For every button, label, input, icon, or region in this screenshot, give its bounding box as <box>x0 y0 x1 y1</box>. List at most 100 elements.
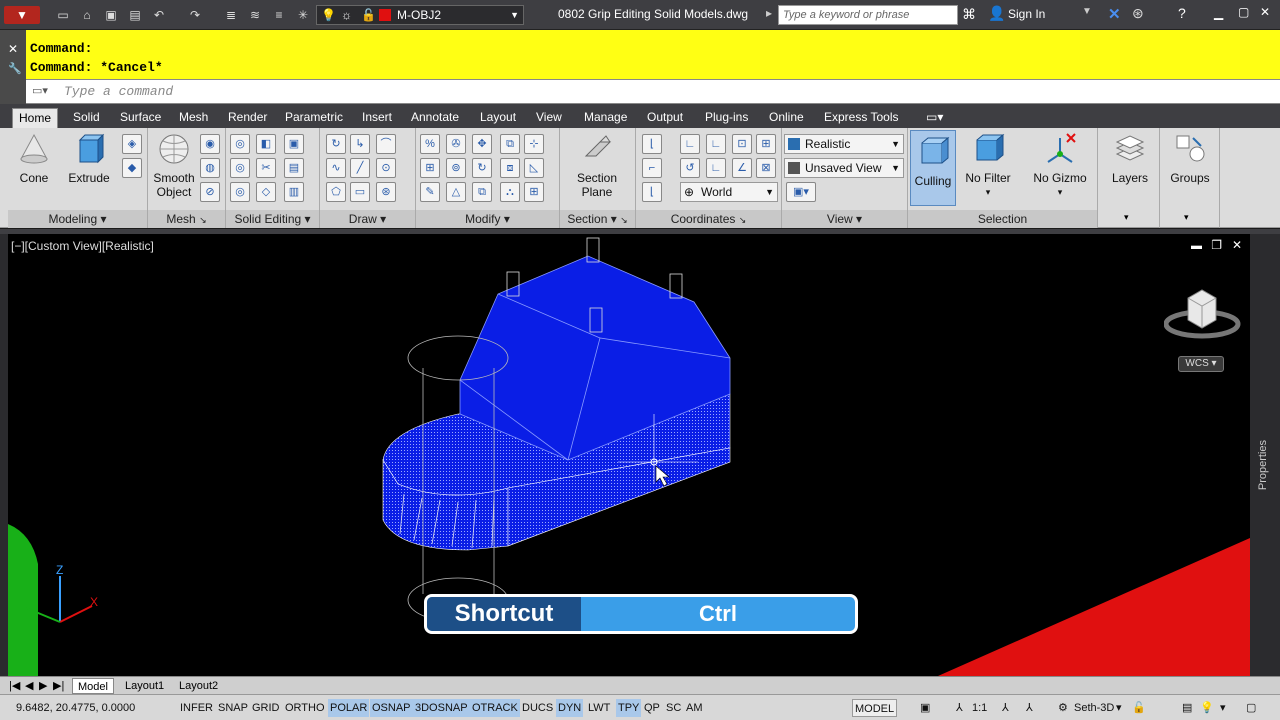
ucs-world-combo[interactable]: ⊕ World ▼ <box>680 182 778 202</box>
tab-parametric[interactable]: Parametric <box>279 108 349 128</box>
tab-layout1[interactable]: Layout1 <box>120 678 169 694</box>
toggle-grid[interactable]: GRID <box>250 699 282 717</box>
chevron-down-icon[interactable]: ▾ <box>380 212 386 226</box>
auto-scale-icon[interactable]: ⅄ <box>1024 699 1035 717</box>
status-menu-icon[interactable]: ▾ <box>1218 699 1228 717</box>
culling-button[interactable]: Culling <box>910 130 956 206</box>
binoculars-icon[interactable]: ⌘ <box>962 6 976 23</box>
tab-plug-ins[interactable]: Plug-ins <box>699 108 754 128</box>
toggle-ducs[interactable]: DUCS <box>520 699 555 717</box>
layer-states-icon[interactable]: ≣ <box>222 6 240 24</box>
workspace-gear-icon[interactable]: ⚙ <box>1056 699 1070 717</box>
save-as-icon[interactable]: ▤ <box>126 6 144 24</box>
ucs-previous-icon[interactable]: ↺ <box>680 158 700 178</box>
tab-online[interactable]: Online <box>763 108 810 128</box>
toggle-dyn[interactable]: DYN <box>556 699 584 717</box>
ucs-icon[interactable]: ⌊ <box>642 134 662 154</box>
tab-manage[interactable]: Manage <box>578 108 633 128</box>
tab-layout2[interactable]: Layout2 <box>174 678 223 694</box>
ucs-face-icon[interactable]: ⌐ <box>642 158 662 178</box>
stretch-icon[interactable]: ⧈ <box>500 158 520 178</box>
dialog-launcher-icon[interactable]: ↘ <box>199 215 207 225</box>
ucs-world-icon[interactable]: ∟ <box>680 134 700 154</box>
no-gizmo-button[interactable]: No Gizmo ▾ <box>1026 132 1094 199</box>
workspace-switcher[interactable]: Seth-3D <box>1072 699 1116 717</box>
exchange-icon[interactable]: ✕ <box>1108 5 1121 23</box>
tab-layout[interactable]: Layout <box>474 108 522 128</box>
slice-icon[interactable]: ✂ <box>256 158 276 178</box>
tab-surface[interactable]: Surface <box>114 108 167 128</box>
annotation-scale-icon[interactable]: ⅄ <box>954 699 965 717</box>
visual-style-combo[interactable]: Realistic ▼ <box>784 134 904 154</box>
ucs-y-icon[interactable]: ∟ <box>706 158 726 178</box>
toggle-lwt[interactable]: LWT <box>586 699 612 717</box>
extrude-button[interactable]: Extrude <box>64 132 114 185</box>
trim-icon[interactable]: ⊹ <box>524 134 544 154</box>
viewport-config-icon[interactable]: ▣▾ <box>786 182 816 202</box>
chevron-down-icon[interactable]: ▾ <box>1124 212 1129 223</box>
fillet-icon[interactable]: ◺ <box>524 158 544 178</box>
wrench-icon[interactable]: 🔧 <box>8 62 22 75</box>
maximize-icon[interactable]: ▢ <box>1238 5 1249 19</box>
toggle-polar[interactable]: POLAR <box>328 699 370 717</box>
network-icon[interactable]: ⊛ <box>1132 5 1144 22</box>
tab-mesh[interactable]: Mesh <box>173 108 214 128</box>
chevron-down-icon[interactable]: ▾ <box>1114 699 1124 717</box>
ucs-named-icon[interactable]: ⊞ <box>756 134 776 154</box>
layer-combo[interactable]: 💡 ☼ 🔓 M-OBJ2 ▼ <box>316 5 524 25</box>
polygon-icon[interactable]: ⬠ <box>326 182 346 202</box>
toggle-snap[interactable]: SNAP <box>216 699 250 717</box>
3d-rotate-icon[interactable]: ✇ <box>446 134 466 154</box>
mesh-box-icon[interactable]: ◉ <box>200 134 220 154</box>
copy-icon[interactable]: ⧉ <box>500 134 520 154</box>
new-icon[interactable]: ▭ <box>54 6 72 24</box>
extract-edges-icon[interactable]: ▣ <box>284 134 304 154</box>
explode-icon[interactable]: ⛬ <box>500 182 520 202</box>
named-view-combo[interactable]: Unsaved View ▼ <box>784 158 904 178</box>
tab-view[interactable]: View <box>530 108 568 128</box>
polyline-icon[interactable]: ↳ <box>350 134 370 154</box>
close-icon[interactable]: ✕ <box>8 42 18 56</box>
interfere-icon[interactable]: ◎ <box>230 182 250 202</box>
3d-array-icon[interactable]: ⊚ <box>446 158 466 178</box>
groups-button[interactable]: Groups <box>1166 132 1214 185</box>
presspull-icon[interactable]: ◈ <box>122 134 142 154</box>
ucs-origin-icon[interactable]: ⊡ <box>732 134 752 154</box>
command-line[interactable]: ▭▾ Type a command <box>0 80 1280 104</box>
spline-icon[interactable]: ∿ <box>326 158 346 178</box>
last-layout-icon[interactable]: ▶| <box>48 678 69 694</box>
properties-palette-tab[interactable]: Properties <box>1257 440 1269 490</box>
toggle-osnap[interactable]: OSNAP <box>370 699 413 717</box>
extrude-faces-icon[interactable]: ▤ <box>284 158 304 178</box>
scale-icon[interactable]: % <box>420 134 440 154</box>
toggle-infer[interactable]: INFER <box>178 699 215 717</box>
viewcube[interactable] <box>1163 284 1244 344</box>
tab-render[interactable]: Render <box>222 108 273 128</box>
toggle-3dosnap[interactable]: 3DOSNAP <box>413 699 470 717</box>
circle-icon[interactable]: ⊙ <box>376 158 396 178</box>
chevron-down-icon[interactable]: ▾ <box>504 212 510 226</box>
search-input[interactable]: Type a keyword or phrase <box>778 5 958 25</box>
toggle-qp[interactable]: QP <box>642 699 662 717</box>
construction-line-icon[interactable]: ╱ <box>350 158 370 178</box>
chevron-down-icon[interactable]: ▼ <box>1082 6 1092 17</box>
rectangle-icon[interactable]: ▭ <box>350 182 370 202</box>
command-input[interactable]: Type a command <box>64 84 173 99</box>
separate-icon[interactable]: ▥ <box>284 182 304 202</box>
section-plane-button[interactable]: Section Plane <box>566 132 628 199</box>
isolate-objects-icon[interactable]: 💡 <box>1198 699 1216 717</box>
annotation-scale-value[interactable]: 1:1 <box>970 699 989 717</box>
ucs-z-icon[interactable]: ∠ <box>732 158 752 178</box>
layer-properties-icon[interactable]: ≋ <box>246 6 264 24</box>
subtract-icon[interactable]: ◧ <box>256 134 276 154</box>
chevron-down-icon[interactable]: ▾ <box>1184 212 1189 223</box>
tab-insert[interactable]: Insert <box>356 108 398 128</box>
layer-tools-icon[interactable]: ≡ <box>270 6 288 24</box>
arc-icon[interactable]: ⌒ <box>376 134 396 154</box>
thicken-icon[interactable]: ◇ <box>256 182 276 202</box>
dialog-launcher-icon[interactable]: ↘ <box>620 215 628 225</box>
toggle-otrack[interactable]: OTRACK <box>470 699 520 717</box>
sign-in-button[interactable]: Sign In <box>1008 7 1045 21</box>
no-filter-button[interactable]: No Filter ▾ <box>962 132 1014 199</box>
tab-home[interactable]: Home <box>12 108 59 128</box>
